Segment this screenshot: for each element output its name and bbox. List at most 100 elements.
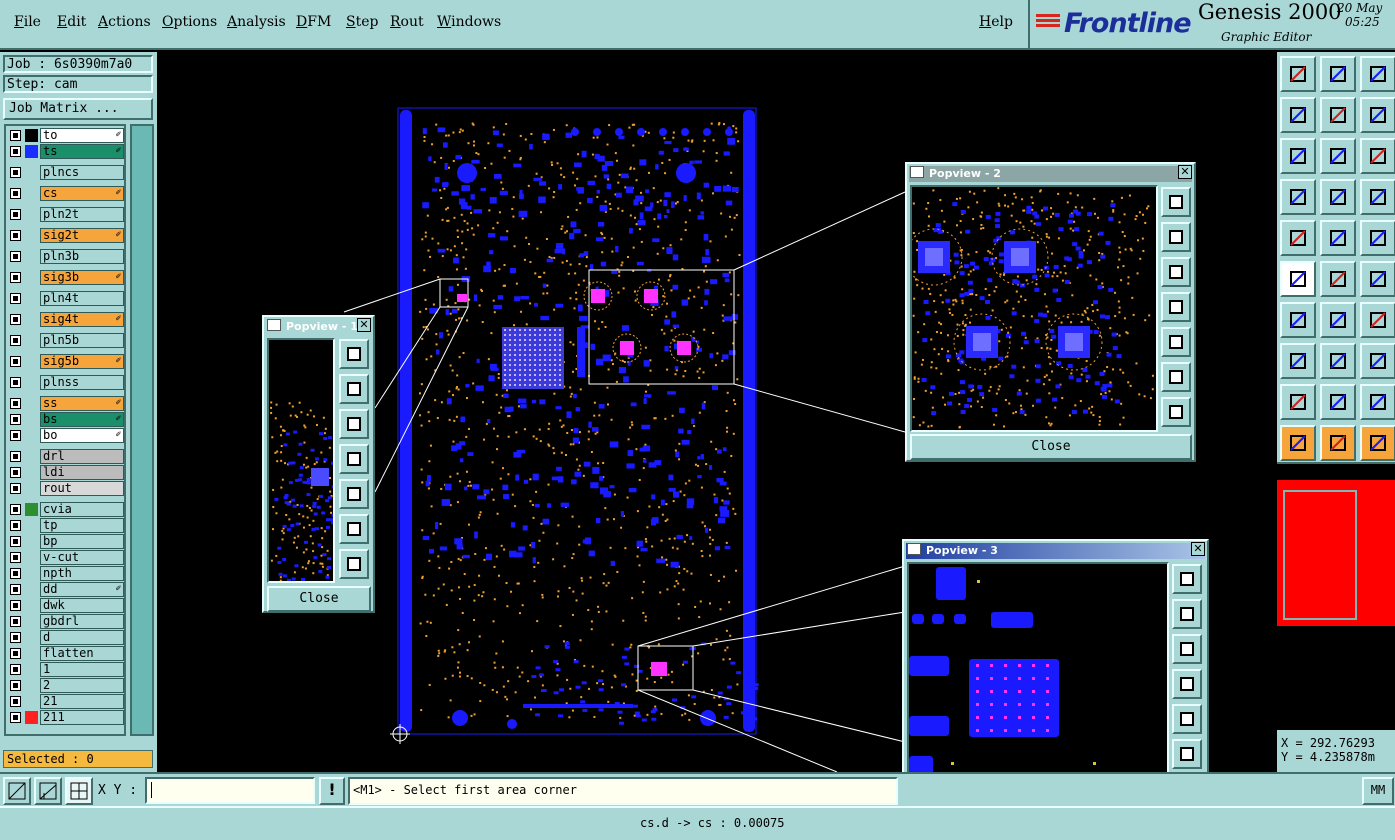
connect-icon[interactable] [1280, 261, 1316, 297]
menu-dfm[interactable]: DFM [296, 14, 331, 30]
pan-right-icon[interactable] [1320, 97, 1356, 133]
popview-2-close-icon[interactable]: ✕ [1178, 165, 1192, 179]
menu-actions[interactable]: Actions [98, 14, 151, 30]
layer-checkbox[interactable] [10, 314, 21, 325]
popview-zoom-tool-icon[interactable] [339, 479, 369, 509]
alert-icon[interactable]: ! [319, 777, 345, 805]
menu-options[interactable]: Options [162, 14, 217, 30]
layer-list-scrollbar[interactable] [130, 124, 154, 736]
popview-zoom-tool-icon[interactable] [339, 409, 369, 439]
zoom-ratio-icon[interactable] [1360, 138, 1395, 174]
pointer-tool-icon[interactable] [1280, 220, 1316, 256]
layer-checkbox[interactable] [10, 504, 21, 515]
layer-checkbox[interactable] [10, 584, 21, 595]
grid-toggle-icon[interactable] [1320, 179, 1356, 215]
layer-checkbox[interactable] [10, 696, 21, 707]
popview-zoom-tool-icon[interactable] [1172, 564, 1202, 594]
minimap-viewport[interactable] [1283, 490, 1357, 620]
layer-row[interactable]: bo ✐ [8, 428, 124, 443]
layer-row[interactable]: pln2t [8, 207, 124, 222]
arc-icon[interactable] [1360, 302, 1395, 338]
menu-help[interactable]: Help [979, 14, 1013, 30]
popview-zoom-tool-icon[interactable] [339, 549, 369, 579]
layer-row[interactable]: 2 [8, 678, 124, 693]
layer-row[interactable]: rout [8, 481, 124, 496]
ruler-icon[interactable] [1360, 220, 1395, 256]
layer-row[interactable]: pln5b [8, 333, 124, 348]
layer-row[interactable]: ts ✐ [8, 144, 124, 159]
popview-zoom-tool-icon[interactable] [1161, 222, 1191, 252]
split-icon[interactable] [1320, 343, 1356, 379]
layer-checkbox[interactable] [10, 414, 21, 425]
layer-checkbox[interactable] [10, 600, 21, 611]
home-icon[interactable] [1360, 56, 1395, 92]
layer-row[interactable]: sig5b ✐ [8, 354, 124, 369]
layer-checkbox[interactable] [10, 536, 21, 547]
layer-row[interactable]: 1 [8, 662, 124, 677]
job-matrix-button[interactable]: Job Matrix ... [3, 98, 153, 120]
pad-icon[interactable] [1280, 343, 1316, 379]
layer-row[interactable]: npth [8, 566, 124, 581]
angle-icon[interactable] [1280, 302, 1316, 338]
layer-checkbox[interactable] [10, 272, 21, 283]
menu-analysis[interactable]: Analysis [227, 14, 286, 30]
popview-3-close-icon[interactable]: ✕ [1191, 542, 1205, 556]
popview-zoom-tool-icon[interactable] [1161, 327, 1191, 357]
close-layer-icon[interactable] [1320, 56, 1356, 92]
popview-2-view[interactable] [910, 185, 1158, 432]
measure-icon[interactable] [1360, 261, 1395, 297]
layer-checkbox[interactable] [10, 209, 21, 220]
snap-tool-icon[interactable] [1360, 179, 1395, 215]
pan-left-icon[interactable] [1280, 97, 1316, 133]
snap-mode-icon[interactable] [3, 777, 31, 805]
layer-checkbox[interactable] [10, 520, 21, 531]
popview-zoom-tool-icon[interactable] [339, 444, 369, 474]
popview-zoom-tool-icon[interactable] [339, 514, 369, 544]
xy-input[interactable] [145, 777, 315, 804]
layer-row[interactable]: 211 [8, 710, 124, 725]
cursor-box-icon[interactable] [1320, 425, 1356, 461]
layer-checkbox[interactable] [10, 680, 21, 691]
layer-row[interactable]: plncs [8, 165, 124, 180]
layer-checkbox[interactable] [10, 664, 21, 675]
popview-1-view[interactable] [267, 338, 335, 583]
layer-row[interactable]: cs ✐ [8, 186, 124, 201]
layer-checkbox[interactable] [10, 293, 21, 304]
layer-row[interactable]: bs ✐ [8, 412, 124, 427]
menu-edit[interactable]: Edit [57, 14, 86, 30]
cursor-icon[interactable] [1280, 425, 1316, 461]
layer-checkbox[interactable] [10, 648, 21, 659]
popview-zoom-tool-icon[interactable] [1172, 704, 1202, 734]
select-tool-icon[interactable] [1280, 179, 1316, 215]
popview-zoom-tool-icon[interactable] [339, 339, 369, 369]
stretch-icon[interactable] [1360, 343, 1395, 379]
layer-checkbox[interactable] [10, 632, 21, 643]
layer-row[interactable]: dwk [8, 598, 124, 613]
layer-checkbox[interactable] [10, 467, 21, 478]
popview-zoom-tool-icon[interactable] [1161, 292, 1191, 322]
popview-1-close-icon[interactable]: ✕ [357, 318, 371, 332]
ramp-icon[interactable] [1360, 384, 1395, 420]
popview-zoom-tool-icon[interactable] [1161, 257, 1191, 287]
layer-row[interactable]: cvia [8, 502, 124, 517]
popview-zoom-tool-icon[interactable] [1172, 669, 1202, 699]
menu-step[interactable]: Step [346, 14, 378, 30]
layer-row[interactable]: drl [8, 449, 124, 464]
popview-zoom-tool-icon[interactable] [1172, 634, 1202, 664]
layer-row[interactable]: v-cut [8, 550, 124, 565]
layer-row[interactable]: pln3b [8, 249, 124, 264]
layer-row[interactable]: pln4t [8, 291, 124, 306]
layer-checkbox[interactable] [10, 430, 21, 441]
menu-windows[interactable]: Windows [437, 14, 501, 30]
cross-icon[interactable] [1320, 261, 1356, 297]
layer-checkbox[interactable] [10, 188, 21, 199]
open-layer-icon[interactable] [1280, 56, 1316, 92]
menu-rout[interactable]: Rout [390, 14, 424, 30]
popview-zoom-tool-icon[interactable] [1161, 362, 1191, 392]
cursor-circle-icon[interactable] [1360, 425, 1395, 461]
layer-checkbox[interactable] [10, 398, 21, 409]
popview-zoom-tool-icon[interactable] [1161, 187, 1191, 217]
layer-checkbox[interactable] [10, 230, 21, 241]
layer-checkbox[interactable] [10, 146, 21, 157]
layer-row[interactable]: gbdrl [8, 614, 124, 629]
